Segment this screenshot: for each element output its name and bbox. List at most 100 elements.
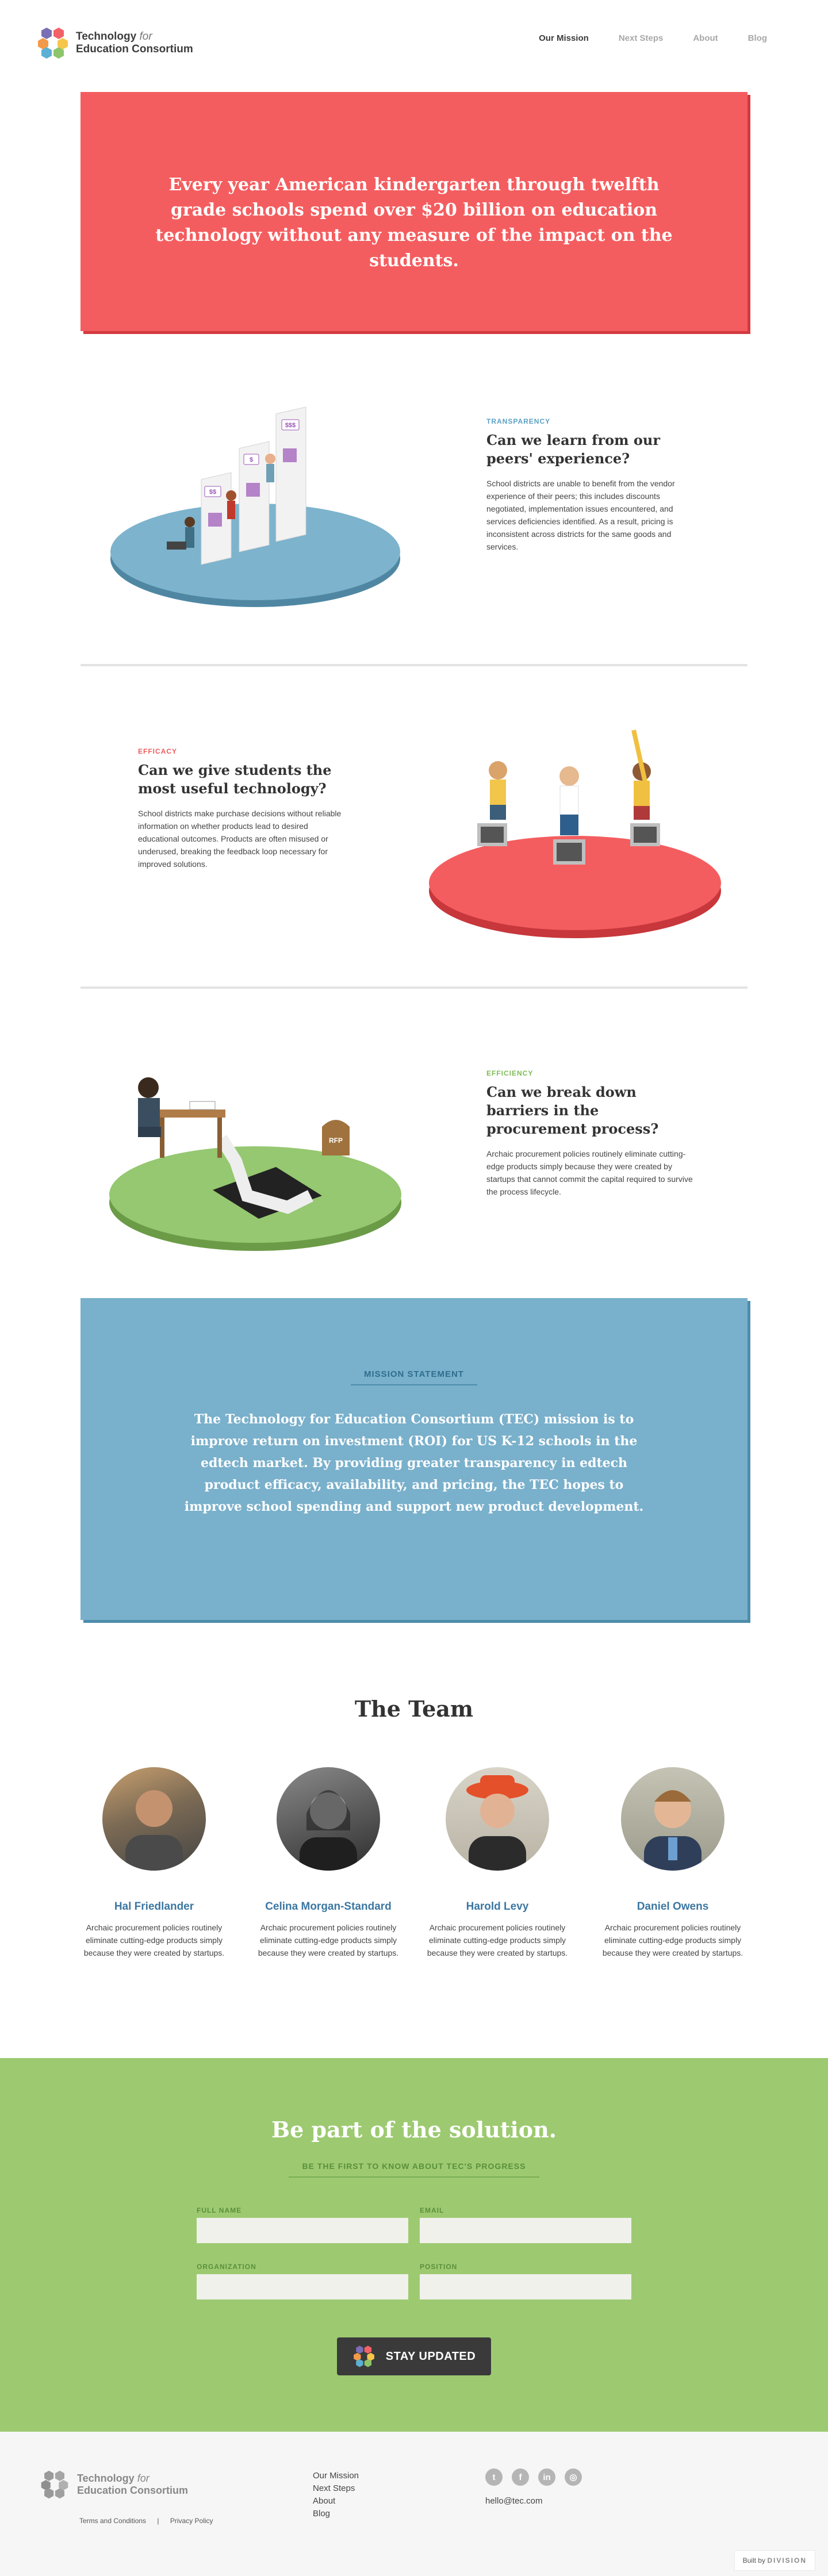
member-name: Daniel Owens xyxy=(637,1901,709,1913)
organization-field-group: ORGANIZATION xyxy=(197,2263,408,2299)
position-input[interactable] xyxy=(420,2274,631,2299)
built-by-badge[interactable]: Built by DIVISION xyxy=(734,2550,815,2571)
transparency-body: School districts are unable to benefit f… xyxy=(486,479,675,551)
avatar xyxy=(102,1767,206,1871)
section-divider xyxy=(80,986,747,989)
nav-our-mission[interactable]: Our Mission xyxy=(539,33,589,43)
email-field-group: EMAIL xyxy=(420,2206,631,2243)
footer-wordmark: Technology for Education Consortium xyxy=(77,2473,188,2497)
member-name: Hal Friedlander xyxy=(114,1901,194,1913)
price-tag-large: $$$ xyxy=(285,422,296,429)
hero-banner: Every year American kindergarten through… xyxy=(80,92,747,331)
efficiency-illustration: RFP xyxy=(109,1077,401,1251)
signup-subtitle-underline xyxy=(289,2176,539,2178)
team-member: Celina Morgan-Standard Archaic procureme… xyxy=(256,1767,400,1959)
member-name: Celina Morgan-Standard xyxy=(265,1901,392,1913)
avatar xyxy=(621,1767,724,1871)
mission-statement: MISSION STATEMENT The Technology for Edu… xyxy=(80,1298,747,1620)
nav-about[interactable]: About xyxy=(693,33,718,43)
legal-links: Terms and Conditions | Privacy Policy xyxy=(79,2517,223,2525)
member-name: Harold Levy xyxy=(466,1901,529,1913)
hexagon-logo-icon xyxy=(353,2345,374,2367)
email-label: EMAIL xyxy=(420,2206,444,2214)
mission-label: MISSION STATEMENT xyxy=(364,1369,464,1379)
logo-word-technology: Technology xyxy=(76,30,137,43)
main-nav: Our Mission Next Steps About Blog xyxy=(539,33,767,43)
nav-next-steps[interactable]: Next Steps xyxy=(619,33,664,43)
team-title: The Team xyxy=(354,1696,474,1722)
legal-separator: | xyxy=(157,2517,159,2525)
organization-label: ORGANIZATION xyxy=(197,2263,256,2271)
efficacy-title: Can we give students the most useful tec… xyxy=(138,762,332,797)
logo-word-for: for xyxy=(139,30,152,43)
member-bio: Archaic procurement policies routinely e… xyxy=(258,1923,399,1957)
position-label: POSITION xyxy=(420,2263,458,2271)
member-bio: Archaic procurement policies routinely e… xyxy=(602,1923,743,1957)
terms-link[interactable]: Terms and Conditions xyxy=(79,2517,146,2525)
feature-efficacy: EFFICACY Can we give students the most u… xyxy=(80,690,747,960)
stay-updated-label: STAY UPDATED xyxy=(385,2350,476,2363)
hero-text: Every year American kindergarten through… xyxy=(155,175,673,271)
signup-subtitle: BE THE FIRST TO KNOW ABOUT TEC'S PROGRES… xyxy=(302,2162,526,2171)
footer-nav: Our Mission Next Steps About Blog xyxy=(313,2470,359,2520)
section-divider xyxy=(80,664,747,666)
footer-nav-next-steps[interactable]: Next Steps xyxy=(313,2482,359,2495)
price-tag-small: $ xyxy=(250,456,253,463)
site-header: Technology for Education Consortium Our … xyxy=(0,0,828,86)
team-member: Hal Friedlander Archaic procurement poli… xyxy=(82,1767,226,1959)
instagram-icon[interactable]: ◎ xyxy=(565,2468,582,2486)
efficacy-illustration xyxy=(429,730,721,938)
facebook-icon[interactable]: f xyxy=(512,2468,529,2486)
transparency-title: Can we learn from our peers' experience? xyxy=(486,432,660,467)
position-field-group: POSITION xyxy=(420,2263,631,2299)
contact-email[interactable]: hello@tec.com xyxy=(485,2496,542,2506)
mission-text: The Technology for Education Consortium … xyxy=(184,1412,644,1514)
built-by-brand: DIVISION xyxy=(767,2556,807,2565)
efficiency-kicker: EFFICIENCY xyxy=(486,1069,534,1077)
efficiency-text: EFFICIENCY Can we break down barriers in… xyxy=(486,1069,693,1198)
full-name-label: FULL NAME xyxy=(197,2206,242,2214)
twitter-icon[interactable]: t xyxy=(485,2468,503,2486)
full-name-field-group: FULL NAME xyxy=(197,2206,408,2243)
logo-word-consortium: Education Consortium xyxy=(76,43,193,55)
built-by-label: Built by xyxy=(742,2556,765,2565)
mission-label-underline xyxy=(351,1384,477,1385)
site-footer: Technology for Education Consortium Term… xyxy=(0,2432,828,2576)
hexagon-logo-icon xyxy=(38,28,68,59)
team-member: Daniel Owens Archaic procurement policie… xyxy=(601,1767,745,1959)
footer-logo-consortium: Education Consortium xyxy=(77,2485,188,2496)
member-bio: Archaic procurement policies routinely e… xyxy=(427,1923,568,1957)
rfp-label: RFP xyxy=(329,1137,343,1145)
price-tag-medium: $$ xyxy=(209,489,216,496)
site-logo[interactable]: Technology for Education Consortium xyxy=(38,26,193,60)
footer-logo[interactable]: Technology for Education Consortium xyxy=(40,2470,188,2500)
efficacy-kicker: EFFICACY xyxy=(138,747,177,755)
feature-efficiency: RFP EFFICIENCY Can we break down barrier… xyxy=(80,1012,747,1276)
efficiency-title: Can we break down barriers in the procur… xyxy=(486,1084,659,1137)
organization-input[interactable] xyxy=(197,2274,408,2299)
privacy-link[interactable]: Privacy Policy xyxy=(170,2517,213,2525)
logo-wordmark: Technology for Education Consortium xyxy=(76,30,193,56)
efficacy-body: School districts make purchase decisions… xyxy=(138,809,342,869)
social-links: t f in ◎ xyxy=(485,2468,582,2486)
full-name-input[interactable] xyxy=(197,2218,408,2243)
footer-nav-our-mission[interactable]: Our Mission xyxy=(313,2470,359,2482)
stay-updated-button[interactable]: STAY UPDATED xyxy=(337,2337,491,2375)
email-input[interactable] xyxy=(420,2218,631,2243)
hexagon-logo-icon xyxy=(41,2470,68,2499)
nav-blog[interactable]: Blog xyxy=(748,33,767,43)
efficacy-text: EFFICACY Can we give students the most u… xyxy=(138,747,345,870)
footer-logo-for: for xyxy=(137,2473,150,2484)
linkedin-icon[interactable]: in xyxy=(538,2468,555,2486)
member-bio: Archaic procurement policies routinely e… xyxy=(83,1923,225,1957)
signup-title: Be part of the solution. xyxy=(271,2117,557,2143)
transparency-text: TRANSPARENCY Can we learn from our peers… xyxy=(486,417,693,553)
signup-section: Be part of the solution. BE THE FIRST TO… xyxy=(0,2058,828,2432)
footer-logo-technology: Technology xyxy=(77,2473,135,2484)
footer-nav-about[interactable]: About xyxy=(313,2495,359,2508)
avatar xyxy=(446,1767,549,1871)
avatar xyxy=(277,1767,380,1871)
efficiency-body: Archaic procurement policies routinely e… xyxy=(486,1149,693,1196)
footer-nav-blog[interactable]: Blog xyxy=(313,2508,359,2520)
transparency-kicker: TRANSPARENCY xyxy=(486,417,551,425)
